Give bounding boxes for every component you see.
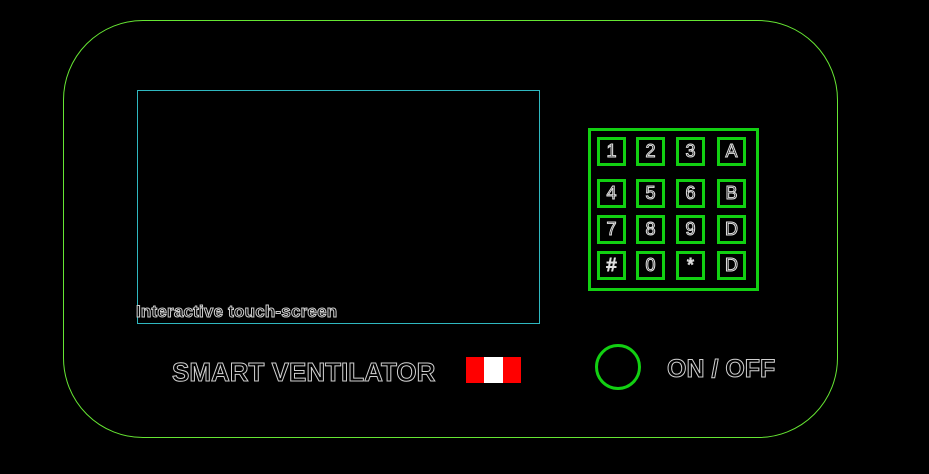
flag-stripe-right — [502, 357, 521, 383]
keypad-key-2[interactable]: 2 — [636, 137, 665, 166]
keypad: 1 2 3 A 4 5 6 B 7 8 9 D # 0 * D — [588, 128, 759, 291]
keypad-key-d[interactable]: D — [717, 215, 746, 244]
keypad-key-6[interactable]: 6 — [676, 179, 705, 208]
keypad-key-b[interactable]: B — [717, 179, 746, 208]
flag-stripe-left — [466, 357, 485, 383]
power-button[interactable] — [595, 344, 641, 390]
keypad-key-d-bottom[interactable]: D — [717, 251, 746, 280]
touch-screen-label: Interactive touch-screen — [135, 302, 338, 322]
keypad-key-0[interactable]: 0 — [636, 251, 665, 280]
flag-icon — [466, 357, 521, 383]
keypad-key-1[interactable]: 1 — [597, 137, 626, 166]
device-title: SMART VENTILATOR — [171, 357, 436, 388]
keypad-key-4[interactable]: 4 — [597, 179, 626, 208]
keypad-key-5[interactable]: 5 — [636, 179, 665, 208]
power-label: ON / OFF — [666, 355, 776, 384]
keypad-key-hash[interactable]: # — [597, 251, 626, 280]
keypad-key-8[interactable]: 8 — [636, 215, 665, 244]
keypad-key-3[interactable]: 3 — [676, 137, 705, 166]
keypad-key-7[interactable]: 7 — [597, 215, 626, 244]
keypad-key-9[interactable]: 9 — [676, 215, 705, 244]
keypad-key-a[interactable]: A — [717, 137, 746, 166]
touch-screen[interactable] — [137, 90, 540, 324]
flag-stripe-middle — [484, 357, 503, 383]
keypad-key-star[interactable]: * — [676, 251, 705, 280]
